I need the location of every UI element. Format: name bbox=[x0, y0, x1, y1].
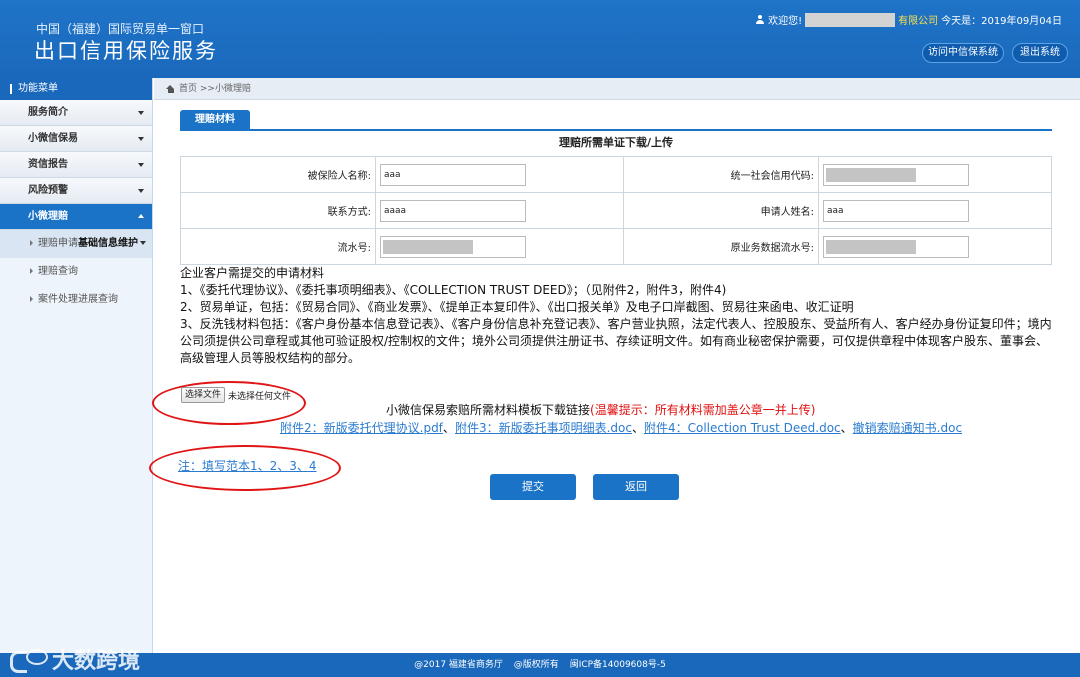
footer-copyright: @2017 福建省商务厅 bbox=[414, 660, 503, 670]
subitem-label-bold: 基础信息维护 bbox=[78, 238, 138, 249]
serial-input[interactable] bbox=[380, 235, 526, 258]
template-download-title: 小微信保易索赔所需材料模板下载链接(温馨提示：所有材料需加盖公章一并上传) bbox=[386, 401, 815, 418]
credit-code-label: 统一社会信用代码: bbox=[623, 156, 819, 193]
sidebar-item-risk-alert[interactable]: 风险预警 bbox=[0, 178, 152, 204]
applicant-input[interactable]: aaa bbox=[823, 199, 969, 222]
credit-code-input[interactable] bbox=[823, 163, 969, 186]
serial-label: 流水号: bbox=[180, 228, 376, 265]
materials-item-3: 3、反洗钱材料包括：《客户身份基本信息登记表》、《客户身份信息补充登记表》、客户… bbox=[180, 317, 1052, 365]
table-row: 联系方式: aaaa 申请人姓名: aaa bbox=[180, 192, 1052, 229]
header: 中国（福建）国际贸易单一窗口 出口信用保险服务 欢迎您! 有限公司 今天是：20… bbox=[0, 0, 1080, 78]
claim-form-table: 被保险人名称: aaa 统一社会信用代码: 联系方式: aaaa 申请人姓名: … bbox=[180, 156, 1052, 265]
orig-serial-input[interactable] bbox=[823, 235, 969, 258]
link-revoke-claim[interactable]: 撤销索赔通知书.doc bbox=[853, 421, 962, 435]
serial-cell bbox=[375, 228, 624, 265]
subitem-label: 案件处理进展查询 bbox=[38, 294, 118, 305]
link-attachment-3[interactable]: 附件3：新版委托事项明细表.doc bbox=[455, 421, 632, 435]
orig-serial-cell bbox=[818, 228, 1052, 265]
sidebar-item-label: 资信报告 bbox=[28, 159, 68, 170]
contact-label: 联系方式: bbox=[180, 192, 376, 229]
chevron-down-icon bbox=[138, 163, 144, 167]
link-attachment-2[interactable]: 附件2：新版委托代理协议.pdf bbox=[280, 421, 443, 435]
contact-cell: aaaa bbox=[375, 192, 624, 229]
watermark: 大数跨境 bbox=[8, 643, 140, 675]
bullet-icon bbox=[30, 240, 33, 246]
chevron-down-icon bbox=[140, 241, 146, 245]
link-separator: 、 bbox=[631, 421, 644, 435]
breadcrumb: 首页 >>小微理赔 bbox=[154, 78, 1080, 100]
applicant-cell: aaa bbox=[818, 192, 1052, 229]
template-links: 附件2：新版委托代理协议.pdf、附件3：新版委托事项明细表.doc、附件4：C… bbox=[280, 419, 962, 436]
chevron-down-icon bbox=[138, 189, 144, 193]
link-separator: 、 bbox=[840, 421, 853, 435]
table-row: 流水号: 原业务数据流水号: bbox=[180, 228, 1052, 265]
sidebar-subitem-case-progress[interactable]: 案件处理进展查询 bbox=[0, 286, 152, 314]
system-title: 出口信用保险服务 bbox=[34, 39, 218, 63]
applicant-label: 申请人姓名: bbox=[623, 192, 819, 229]
required-materials: 企业客户需提交的申请材料 1、《委托代理协议》、《委托事项明细表》、《COLLE… bbox=[180, 265, 1060, 367]
table-row: 被保险人名称: aaa 统一社会信用代码: bbox=[180, 156, 1052, 193]
sidebar-item-service-intro[interactable]: 服务简介 bbox=[0, 100, 152, 126]
subitem-label: 理赔查询 bbox=[38, 266, 78, 277]
welcome-prefix: 欢迎您! bbox=[768, 16, 803, 27]
insured-name-cell: aaa bbox=[375, 156, 624, 193]
template-title-text: 小微信保易索赔所需材料模板下载链接 bbox=[386, 403, 591, 417]
materials-heading: 企业客户需提交的申请材料 bbox=[180, 266, 325, 280]
sidebar-heading: 功能菜单 bbox=[0, 78, 152, 100]
annotation-circle-note bbox=[149, 445, 341, 491]
watermark-text: 大数跨境 bbox=[52, 649, 141, 674]
sidebar-item-label: 服务简介 bbox=[28, 107, 68, 118]
sidebar-item-label: 小微信保易 bbox=[28, 133, 78, 144]
orig-serial-label: 原业务数据流水号: bbox=[623, 228, 819, 265]
watermark-logo-icon bbox=[8, 647, 48, 673]
sidebar-subitem-claim-query[interactable]: 理赔查询 bbox=[0, 258, 152, 286]
chevron-down-icon bbox=[138, 137, 144, 141]
footer: @2017 福建省商务厅 @版权所有 闽ICP备14009608号-5 bbox=[0, 653, 1080, 677]
sidebar-subitem-claim-apply[interactable]: 理赔申请基础信息维护 bbox=[0, 230, 152, 258]
link-attachment-4[interactable]: 附件4：Collection Trust Deed.doc bbox=[644, 421, 841, 435]
back-button[interactable]: 返回 bbox=[593, 474, 679, 500]
today-label: 今天是：2019年09月04日 bbox=[941, 16, 1062, 27]
link-separator: 、 bbox=[442, 421, 455, 435]
submit-button[interactable]: 提交 bbox=[490, 474, 576, 500]
insured-name-input[interactable]: aaa bbox=[380, 163, 526, 186]
redacted-company-name bbox=[805, 12, 896, 27]
bullet-icon bbox=[30, 296, 33, 302]
sidebar-item-credit-report[interactable]: 资信报告 bbox=[0, 152, 152, 178]
bullet-icon bbox=[30, 268, 33, 274]
logout-button[interactable]: 退出系统 bbox=[1012, 43, 1068, 63]
materials-item-2: 2、贸易单证，包括：《贸易合同》、《商业发票》、《提单正本复印件》、《出口报关单… bbox=[180, 300, 854, 314]
welcome-bar: 欢迎您! 有限公司 今天是：2019年09月04日 bbox=[755, 12, 1062, 27]
user-icon bbox=[755, 14, 765, 25]
visit-sinosure-button[interactable]: 访问中信保系统 bbox=[922, 43, 1004, 63]
sidebar: 功能菜单 服务简介 小微信保易 资信报告 风险预警 小微理赔 理赔申请基础信息维… bbox=[0, 78, 153, 653]
credit-code-cell bbox=[818, 156, 1052, 193]
sidebar-item-label: 小微理赔 bbox=[28, 211, 68, 222]
footer-icp: 闽ICP备14009608号-5 bbox=[569, 660, 666, 670]
company-suffix: 有限公司 bbox=[898, 16, 939, 27]
subitem-label-prefix: 理赔申请 bbox=[38, 238, 78, 249]
tab-claim-materials[interactable]: 理赔材料 bbox=[180, 110, 250, 130]
sidebar-item-label: 风险预警 bbox=[28, 185, 68, 196]
contact-input[interactable]: aaaa bbox=[380, 199, 526, 222]
footer-rights: @版权所有 bbox=[513, 660, 559, 670]
main-content: 理赔材料 理赔所需单证下载/上传 被保险人名称: aaa 统一社会信用代码: 联… bbox=[154, 100, 1080, 653]
form-title: 理赔所需单证下载/上传 bbox=[558, 136, 674, 149]
template-warning: (温馨提示：所有材料需加盖公章一并上传) bbox=[590, 403, 816, 417]
sidebar-item-micro-insurance[interactable]: 小微信保易 bbox=[0, 126, 152, 152]
chevron-up-icon bbox=[138, 214, 144, 218]
chevron-down-icon bbox=[138, 111, 144, 115]
home-icon[interactable] bbox=[166, 84, 175, 93]
annotation-circle-file bbox=[152, 381, 306, 425]
sidebar-item-micro-claims[interactable]: 小微理赔 bbox=[0, 204, 152, 230]
materials-item-1: 1、《委托代理协议》、《委托事项明细表》、《COLLECTION TRUST D… bbox=[180, 283, 727, 297]
insured-name-label: 被保险人名称: bbox=[180, 156, 376, 193]
breadcrumb-text: 首页 >>小微理赔 bbox=[179, 83, 251, 94]
tab-underline bbox=[180, 129, 1052, 131]
